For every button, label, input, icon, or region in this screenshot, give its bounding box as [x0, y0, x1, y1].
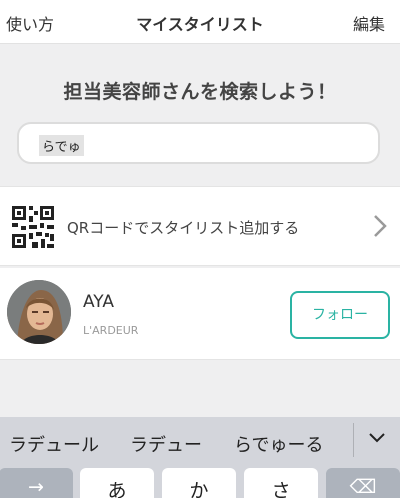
keyboard-key-a[interactable]: あ [80, 468, 154, 498]
keyboard-delete-key[interactable]: ⌫ [326, 468, 400, 498]
search-panel: 担当美容師さんを検索しよう！ らでゅ [0, 45, 400, 185]
suggestion-item[interactable]: らでゅーる [234, 431, 323, 457]
qr-add-label: QRコードでスタイリスト追加する [67, 219, 300, 237]
keyboard-key-ka[interactable]: か [162, 468, 236, 498]
chevron-down-icon[interactable] [368, 431, 386, 445]
keyboard-key-sa[interactable]: さ [244, 468, 318, 498]
qr-add-stylist-row[interactable]: QRコードでスタイリスト追加する [0, 186, 400, 266]
chevron-right-icon [374, 215, 387, 237]
search-heading: 担当美容師さんを検索しよう！ [63, 81, 337, 103]
keyboard-arrow-key[interactable]: → [0, 468, 73, 498]
suggestion-item[interactable]: ラデュー [130, 431, 202, 457]
avatar [7, 280, 71, 344]
follow-button[interactable]: フォロー [290, 291, 390, 339]
nav-bar: 使い方 マイスタイリスト 編集 [0, 0, 400, 44]
edit-button[interactable]: 編集 [353, 11, 385, 35]
search-input[interactable]: らでゅ [17, 122, 380, 164]
page-title: マイスタイリスト [136, 15, 264, 34]
suggestion-item[interactable]: ラデュール [9, 431, 99, 457]
stylist-name: AYA [83, 292, 115, 312]
suggestion-divider [353, 423, 354, 457]
keyboard: ラデュール ラデュー らでゅーる → あ か さ ⌫ [0, 417, 400, 498]
qr-code-icon [12, 206, 54, 248]
stylist-salon: L'ARDEUR [83, 324, 139, 337]
stylist-list-item[interactable]: AYA L'ARDEUR フォロー [0, 268, 400, 360]
search-input-value: らでゅ [39, 135, 84, 156]
keyboard-suggestion-bar: ラデュール ラデュー らでゅーる [0, 417, 400, 465]
